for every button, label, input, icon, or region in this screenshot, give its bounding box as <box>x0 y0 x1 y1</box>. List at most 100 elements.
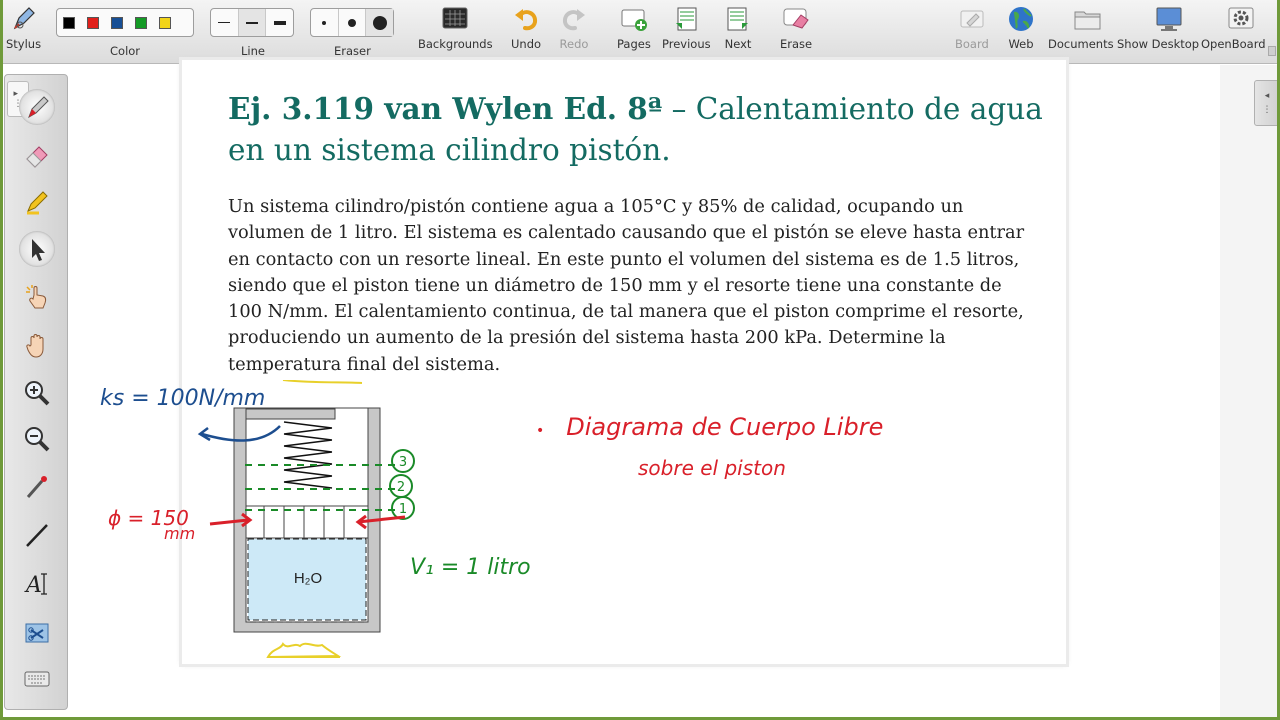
add-page-icon <box>619 4 649 34</box>
hand-icon <box>26 334 44 358</box>
line-icon <box>26 524 48 547</box>
documents-label: Documents <box>1048 37 1114 51</box>
next-page-icon <box>723 4 753 34</box>
documents-button[interactable]: Documents <box>1048 4 1114 51</box>
text-icon: A <box>24 573 47 597</box>
tool-palette: ▸ ⋮ A <box>4 74 68 710</box>
volume-note: V₁ = 1 litro <box>410 555 531 580</box>
board-margin <box>1220 65 1280 717</box>
exercise-reference: Ej. 3.119 van Wylen Ed. 8ª <box>228 91 663 126</box>
laser-pointer-tool-button[interactable] <box>19 469 55 505</box>
previous-page-button[interactable]: Previous <box>662 4 711 51</box>
hand-tool-button[interactable] <box>19 327 55 363</box>
page-title: Ej. 3.119 van Wylen Ed. 8ª – Calentamien… <box>228 88 1048 171</box>
diameter-note-unit: mm <box>164 524 196 543</box>
redo-label: Redo <box>559 37 589 51</box>
color-swatch-3[interactable] <box>111 16 123 29</box>
color-swatch-2[interactable] <box>87 16 99 29</box>
undo-icon <box>511 4 541 34</box>
redo-icon <box>559 4 589 34</box>
gear-icon <box>1226 4 1256 34</box>
spring-constant-note: ks = 100N/mm <box>100 386 266 411</box>
board-label: Board <box>955 37 989 51</box>
keyboard-icon <box>24 671 50 687</box>
line-thick-option[interactable] <box>265 9 293 36</box>
right-palette-handle-icon: ⋮ <box>1262 105 1272 115</box>
backgrounds-label: Backgrounds <box>418 37 493 51</box>
undo-label: Undo <box>511 37 542 51</box>
stylus-icon <box>9 4 39 34</box>
toolbar-scroll-handle[interactable] <box>1268 46 1276 56</box>
next-page-button[interactable]: Next <box>723 4 753 51</box>
color-swatch-5[interactable] <box>159 16 171 29</box>
highlighter-icon <box>27 191 48 215</box>
eraser-size-selector[interactable] <box>310 8 394 37</box>
pages-button[interactable]: Pages <box>617 4 651 51</box>
right-palette-arrow-icon: ◂ <box>1264 91 1270 101</box>
previous-page-icon <box>671 4 701 34</box>
zoom-in-tool-button[interactable] <box>19 375 55 411</box>
undo-button[interactable]: Undo <box>511 4 541 51</box>
capture-icon <box>25 623 49 643</box>
color-swatch-1[interactable] <box>63 16 75 29</box>
free-body-diagram-note: • Diagrama de Cuerpo Libre <box>536 413 884 441</box>
state-2-label: 2 <box>397 480 405 495</box>
globe-icon <box>1006 4 1036 34</box>
eraser-large-option[interactable] <box>365 9 394 36</box>
zoom-in-icon <box>25 381 50 406</box>
top-toolbar: Stylus Color Line Eraser Backgrounds Und… <box>0 0 1280 64</box>
previous-label: Previous <box>662 37 711 51</box>
openboard-menu-button[interactable]: OpenBoard <box>1201 4 1266 51</box>
web-label: Web <box>1008 37 1034 51</box>
eraser-tool-button[interactable] <box>19 137 55 173</box>
text-tool-button[interactable]: A <box>19 565 55 601</box>
problem-statement: Un sistema cilindro/pistón contiene agua… <box>228 196 1025 375</box>
line-thin-option[interactable] <box>211 9 238 36</box>
redo-button[interactable]: Redo <box>559 4 589 51</box>
svg-text:A: A <box>24 573 42 597</box>
stylus-label: Stylus <box>6 37 42 51</box>
pen-tool-button[interactable] <box>19 89 55 125</box>
capture-tool-button[interactable] <box>19 615 55 651</box>
line-tool-button[interactable] <box>19 517 55 553</box>
line-medium-option[interactable] <box>237 9 266 36</box>
show-desktop-button[interactable]: Show Desktop <box>1117 4 1199 51</box>
free-body-diagram-note-2: sobre el piston <box>638 456 786 480</box>
highlighter-tool-button[interactable] <box>19 183 55 219</box>
eraser-small-option[interactable] <box>311 9 338 36</box>
select-tool-button[interactable] <box>19 231 55 267</box>
erase-button[interactable]: Erase <box>780 4 812 51</box>
zoom-out-tool-button[interactable] <box>19 421 55 457</box>
color-selector[interactable] <box>56 8 194 37</box>
erase-all-icon <box>781 4 811 34</box>
state-3-label: 3 <box>399 455 407 470</box>
eraser-label: Eraser <box>334 44 371 58</box>
pages-label: Pages <box>617 37 651 51</box>
line-label: Line <box>241 44 265 58</box>
state-1-label: 1 <box>399 502 407 517</box>
eraser-medium-option[interactable] <box>337 9 366 36</box>
color-swatch-4[interactable] <box>135 16 147 29</box>
stylus-button[interactable]: Stylus <box>6 4 41 51</box>
monitor-icon <box>1154 4 1184 34</box>
line-width-selector[interactable] <box>210 8 294 37</box>
show-desktop-label: Show Desktop <box>1117 37 1200 51</box>
virtual-keyboard-button[interactable] <box>19 661 55 697</box>
color-label: Color <box>110 44 141 58</box>
erase-label: Erase <box>780 37 813 51</box>
backgrounds-button[interactable]: Backgrounds <box>418 4 493 51</box>
interact-tool-button[interactable] <box>19 279 55 315</box>
folder-icon <box>1073 4 1103 34</box>
eraser-icon <box>26 146 48 168</box>
next-label: Next <box>724 37 752 51</box>
zoom-out-icon <box>25 427 50 452</box>
openboard-label: OpenBoard <box>1201 37 1266 51</box>
pen-icon <box>28 96 49 119</box>
board-icon <box>957 4 987 34</box>
interact-icon <box>26 285 47 309</box>
selector-icon <box>32 239 45 261</box>
laser-pointer-icon <box>26 476 47 498</box>
board-button[interactable]: Board <box>955 4 989 51</box>
right-palette[interactable]: ◂ ⋮ <box>1254 80 1280 126</box>
web-button[interactable]: Web <box>1006 4 1036 51</box>
